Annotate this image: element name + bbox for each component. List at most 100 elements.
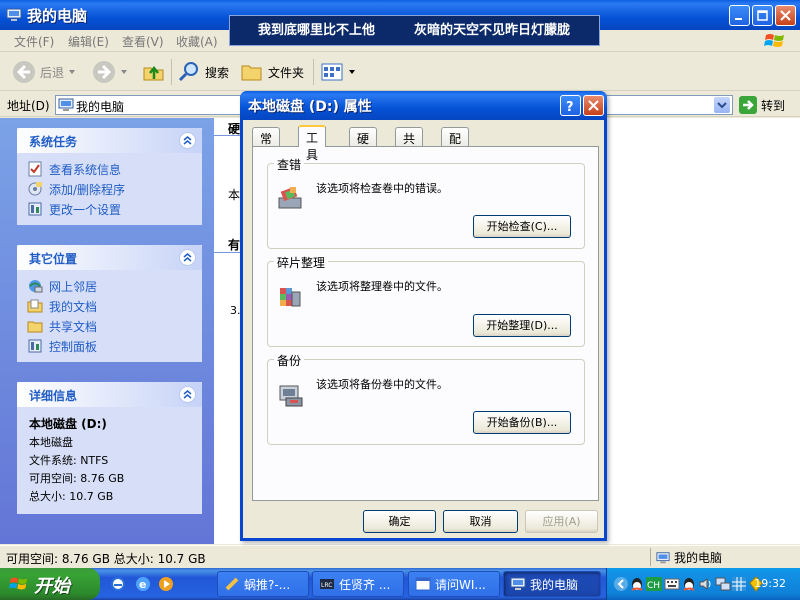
help-icon: ? [566,100,574,112]
forward-button[interactable] [92,59,128,85]
link-label: 网上邻居 [49,279,98,294]
language-label: CH [647,581,660,591]
dialog-titlebar[interactable]: 本地磁盘 (D:) 属性 ? [240,91,607,120]
taskbar-item-3[interactable]: 请问WI... [408,571,500,597]
check-disk-icon [278,186,302,209]
minimize-button[interactable] [729,5,750,26]
status-text: 可用空间: 8.76 GB 总大小: 10.7 GB [6,552,206,566]
toolbar-separator [313,59,314,85]
search-button[interactable]: 搜索 [177,59,229,85]
other-places-panel: 其它位置 网上邻居 我的文档 共享文档 控制面板 [17,245,202,362]
system-tasks-title: 系统任务 [29,135,78,149]
group-description: 该选项将备份卷中的文件。 [316,378,448,391]
chevron-down-icon [121,70,127,74]
view-system-info-link[interactable]: 查看系统信息 [27,159,202,179]
forward-arrow-icon [93,61,115,83]
chevron-down-icon [717,102,727,109]
task-label: 任贤齐 ... [339,577,391,592]
my-documents-link[interactable]: 我的文档 [27,296,202,316]
back-button[interactable]: 后退 [12,59,76,85]
back-arrow-tray-icon[interactable] [613,576,629,592]
task-label: 请问WI... [435,577,486,592]
taskbar: 开始 e 蜗推?-... LRC 任贤齐 ... 请问WI... 我的电脑 CH… [0,568,800,600]
tab-general[interactable]: 常规 [252,127,281,163]
check-now-button[interactable]: 开始检查(C)... [473,215,571,238]
link-label: 更改一个设置 [49,202,122,217]
menu-view[interactable]: 查看(V) [122,33,164,50]
taskbar-item-1[interactable]: 蜗推?-... [217,571,309,597]
address-dropdown-button[interactable] [714,97,730,113]
browser-window-icon [415,577,431,591]
taskbar-item-2[interactable]: LRC 任贤齐 ... [312,571,404,597]
ie-browser-icon[interactable]: e [135,576,151,592]
toolbar: 后退 搜索 文件夹 [0,53,800,91]
backup-now-button[interactable]: 开始备份(B)... [473,411,571,434]
system-tasks-header[interactable]: 系统任务 [17,128,202,153]
close-button[interactable] [775,5,796,26]
add-remove-programs-icon [28,182,42,196]
menu-favorites[interactable]: 收藏(A) [176,33,218,50]
input-method-icon[interactable] [664,576,680,592]
menu-file[interactable]: 文件(F) [14,33,54,50]
network-icon[interactable] [715,576,731,592]
collapse-button[interactable] [179,132,196,149]
details-panel: 详细信息 本地磁盘 (D:) 本地磁盘 文件系统: NTFS 可用空间: 8.7… [17,382,202,514]
add-remove-programs-link[interactable]: 添加/删除程序 [27,179,202,199]
defragment-now-button[interactable]: 开始整理(D)... [473,314,571,337]
shared-documents-link[interactable]: 共享文档 [27,316,202,336]
link-label: 我的文档 [49,299,98,314]
link-label: 查看系统信息 [49,162,122,177]
network-places-icon [29,280,43,293]
change-setting-link[interactable]: 更改一个设置 [27,199,202,219]
other-places-header[interactable]: 其它位置 [17,245,202,270]
section-rule [214,135,240,136]
link-label: 添加/删除程序 [49,182,126,197]
menu-edit[interactable]: 编辑(E) [68,33,109,50]
tab-quota[interactable]: 配额 [441,127,470,163]
ie-quicklaunch-icon[interactable] [110,576,126,592]
svg-text:?: ? [566,100,574,112]
collapse-button[interactable] [179,249,196,266]
detail-total-size: 总大小: 10.7 GB [29,490,114,503]
qq-icon[interactable] [629,576,645,592]
help-button[interactable]: ? [560,95,581,116]
up-button[interactable] [142,59,166,85]
system-info-icon [28,161,42,177]
go-button[interactable]: 转到 [739,96,785,114]
detail-name: 本地磁盘 (D:) [29,417,107,431]
network-places-link[interactable]: 网上邻居 [27,276,202,296]
taskbar-item-my-computer[interactable]: 我的电脑 [503,571,601,597]
folder-up-icon [143,65,164,81]
tab-sharing[interactable]: 共享 [395,127,424,163]
apply-button[interactable]: 应用(A) [525,510,598,533]
clock[interactable]: 19:32 [754,577,786,590]
tab-hardware[interactable]: 硬件 [349,127,378,163]
task-pane: 系统任务 查看系统信息 添加/删除程序 更改一个设置 其它位置 网上邻居 我的文… [0,118,214,544]
grid-app-icon[interactable] [731,576,747,592]
collapse-button[interactable] [179,386,196,403]
volume-icon[interactable] [698,576,714,592]
drive-properties-dialog: 本地磁盘 (D:) 属性 ? 常规 工具 硬件 共享 配额 查错 该选项将检查 [240,91,607,541]
control-panel-link[interactable]: 控制面板 [27,336,202,356]
qq-icon[interactable] [681,576,697,592]
language-indicator-icon[interactable]: CH [646,576,662,592]
maximize-button[interactable] [752,5,773,26]
item-text: 3. [230,304,241,317]
details-header[interactable]: 详细信息 [17,382,202,407]
close-icon [780,10,791,21]
my-documents-icon [27,299,43,313]
window-title: 我的电脑 [27,7,88,25]
tab-tools[interactable]: 工具 [298,125,327,162]
start-label: 开始 [34,576,70,597]
ok-button[interactable]: 确定 [363,510,436,533]
folders-button[interactable]: 文件夹 [240,59,304,85]
media-player-icon[interactable] [158,576,174,592]
double-chevron-up-icon [183,390,192,399]
views-button[interactable] [320,59,356,85]
start-button[interactable]: 开始 [0,568,100,600]
section-heading: 有 [228,238,241,252]
close-icon [588,100,599,111]
cancel-button[interactable]: 取消 [443,510,518,533]
folders-label: 文件夹 [268,65,305,80]
dialog-close-button[interactable] [583,95,604,116]
